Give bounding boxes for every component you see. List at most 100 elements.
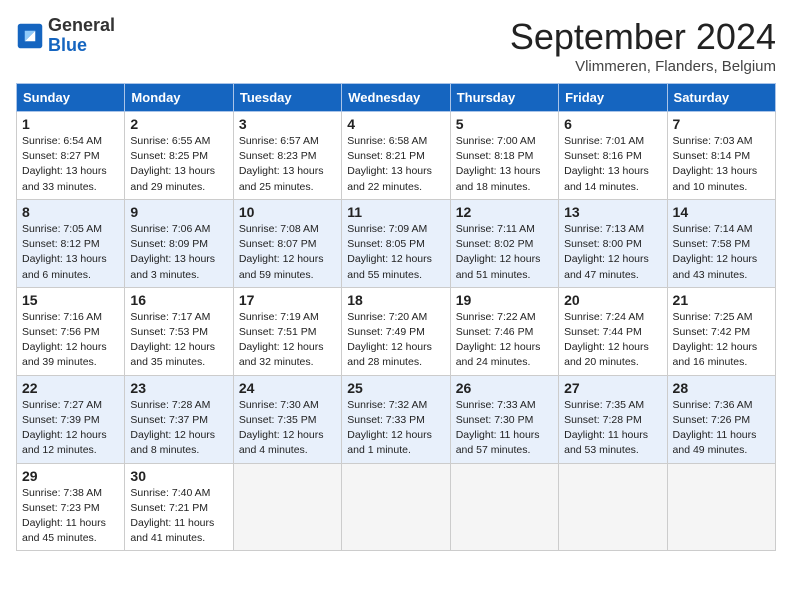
calendar-day-cell: 30 Sunrise: 7:40 AM Sunset: 7:21 PM Dayli… [125, 463, 233, 551]
weekday-header-tuesday: Tuesday [233, 84, 341, 112]
day-number: 5 [456, 116, 553, 132]
calendar-day-cell: 18 Sunrise: 7:20 AM Sunset: 7:49 PM Dayli… [342, 287, 450, 375]
calendar-day-cell: 25 Sunrise: 7:32 AM Sunset: 7:33 PM Dayli… [342, 375, 450, 463]
logo-blue-text: Blue [48, 36, 115, 56]
calendar-week-row: 29 Sunrise: 7:38 AM Sunset: 7:23 PM Dayli… [17, 463, 776, 551]
day-info: Sunrise: 6:54 AM Sunset: 8:27 PM Dayligh… [22, 134, 119, 195]
calendar-day-cell: 1 Sunrise: 6:54 AM Sunset: 8:27 PM Daylig… [17, 112, 125, 200]
day-number: 19 [456, 292, 553, 308]
calendar-week-row: 1 Sunrise: 6:54 AM Sunset: 8:27 PM Daylig… [17, 112, 776, 200]
day-info: Sunrise: 7:25 AM Sunset: 7:42 PM Dayligh… [673, 310, 770, 371]
weekday-header-saturday: Saturday [667, 84, 775, 112]
calendar-day-cell: 20Sunrise: 7:24 AM Sunset: 7:44 PM Dayli… [559, 287, 667, 375]
day-number: 8 [22, 204, 119, 220]
page-header: General Blue September 2024 Vlimmeren, F… [16, 16, 776, 75]
day-info: Sunrise: 6:58 AM Sunset: 8:21 PM Dayligh… [347, 134, 444, 195]
day-info: Sunrise: 7:32 AM Sunset: 7:33 PM Dayligh… [347, 398, 444, 459]
calendar-week-row: 15Sunrise: 7:16 AM Sunset: 7:56 PM Dayli… [17, 287, 776, 375]
day-info: Sunrise: 7:20 AM Sunset: 7:49 PM Dayligh… [347, 310, 444, 371]
calendar-day-cell: 26 Sunrise: 7:33 AM Sunset: 7:30 PM Dayli… [450, 375, 558, 463]
day-info: Sunrise: 7:00 AM Sunset: 8:18 PM Dayligh… [456, 134, 553, 195]
calendar-day-cell [667, 463, 775, 551]
calendar-day-cell: 7 Sunrise: 7:03 AM Sunset: 8:14 PM Daylig… [667, 112, 775, 200]
calendar-day-cell [342, 463, 450, 551]
day-number: 6 [564, 116, 661, 132]
logo-general-text: General [48, 16, 115, 36]
day-info: Sunrise: 7:33 AM Sunset: 7:30 PM Dayligh… [456, 398, 553, 459]
day-number: 18 [347, 292, 444, 308]
day-info: Sunrise: 7:05 AM Sunset: 8:12 PM Dayligh… [22, 222, 119, 283]
day-number: 7 [673, 116, 770, 132]
calendar-day-cell: 12 Sunrise: 7:11 AM Sunset: 8:02 PM Dayli… [450, 199, 558, 287]
day-number: 14 [673, 204, 770, 220]
weekday-header-sunday: Sunday [17, 84, 125, 112]
calendar-day-cell: 16 Sunrise: 7:17 AM Sunset: 7:53 PM Dayli… [125, 287, 233, 375]
day-number: 17 [239, 292, 336, 308]
calendar-day-cell: 2Sunrise: 6:55 AM Sunset: 8:25 PM Daylig… [125, 112, 233, 200]
calendar-day-cell: 28 Sunrise: 7:36 AM Sunset: 7:26 PM Dayli… [667, 375, 775, 463]
logo: General Blue [16, 16, 115, 56]
calendar-day-cell: 6 Sunrise: 7:01 AM Sunset: 8:16 PM Daylig… [559, 112, 667, 200]
day-info: Sunrise: 7:17 AM Sunset: 7:53 PM Dayligh… [130, 310, 227, 371]
calendar-day-cell [233, 463, 341, 551]
calendar-day-cell: 15Sunrise: 7:16 AM Sunset: 7:56 PM Dayli… [17, 287, 125, 375]
day-info: Sunrise: 7:35 AM Sunset: 7:28 PM Dayligh… [564, 398, 661, 459]
day-info: Sunrise: 7:08 AM Sunset: 8:07 PM Dayligh… [239, 222, 336, 283]
day-info: Sunrise: 7:13 AM Sunset: 8:00 PM Dayligh… [564, 222, 661, 283]
day-info: Sunrise: 7:38 AM Sunset: 7:23 PM Dayligh… [22, 486, 119, 547]
calendar-table: SundayMondayTuesdayWednesdayThursdayFrid… [16, 83, 776, 551]
weekday-header-row: SundayMondayTuesdayWednesdayThursdayFrid… [17, 84, 776, 112]
calendar-day-cell: 29 Sunrise: 7:38 AM Sunset: 7:23 PM Dayli… [17, 463, 125, 551]
day-number: 12 [456, 204, 553, 220]
day-info: Sunrise: 7:19 AM Sunset: 7:51 PM Dayligh… [239, 310, 336, 371]
day-number: 16 [130, 292, 227, 308]
calendar-day-cell: 17 Sunrise: 7:19 AM Sunset: 7:51 PM Dayli… [233, 287, 341, 375]
calendar-day-cell: 23Sunrise: 7:28 AM Sunset: 7:37 PM Dayli… [125, 375, 233, 463]
calendar-day-cell: 27 Sunrise: 7:35 AM Sunset: 7:28 PM Dayli… [559, 375, 667, 463]
calendar-day-cell: 4Sunrise: 6:58 AM Sunset: 8:21 PM Daylig… [342, 112, 450, 200]
calendar-day-cell [559, 463, 667, 551]
calendar-day-cell: 24 Sunrise: 7:30 AM Sunset: 7:35 PM Dayli… [233, 375, 341, 463]
day-info: Sunrise: 7:11 AM Sunset: 8:02 PM Dayligh… [456, 222, 553, 283]
day-info: Sunrise: 6:57 AM Sunset: 8:23 PM Dayligh… [239, 134, 336, 195]
day-number: 28 [673, 380, 770, 396]
day-info: Sunrise: 6:55 AM Sunset: 8:25 PM Dayligh… [130, 134, 227, 195]
day-info: Sunrise: 7:40 AM Sunset: 7:21 PM Dayligh… [130, 486, 227, 547]
calendar-day-cell: 11 Sunrise: 7:09 AM Sunset: 8:05 PM Dayli… [342, 199, 450, 287]
calendar-day-cell: 10 Sunrise: 7:08 AM Sunset: 8:07 PM Dayli… [233, 199, 341, 287]
day-number: 13 [564, 204, 661, 220]
day-number: 29 [22, 468, 119, 484]
day-number: 22 [22, 380, 119, 396]
day-number: 20 [564, 292, 661, 308]
day-info: Sunrise: 7:09 AM Sunset: 8:05 PM Dayligh… [347, 222, 444, 283]
weekday-header-wednesday: Wednesday [342, 84, 450, 112]
day-info: Sunrise: 7:01 AM Sunset: 8:16 PM Dayligh… [564, 134, 661, 195]
day-info: Sunrise: 7:03 AM Sunset: 8:14 PM Dayligh… [673, 134, 770, 195]
day-number: 9 [130, 204, 227, 220]
day-info: Sunrise: 7:22 AM Sunset: 7:46 PM Dayligh… [456, 310, 553, 371]
day-number: 25 [347, 380, 444, 396]
calendar-day-cell: 3Sunrise: 6:57 AM Sunset: 8:23 PM Daylig… [233, 112, 341, 200]
day-number: 11 [347, 204, 444, 220]
calendar-day-cell: 13 Sunrise: 7:13 AM Sunset: 8:00 PM Dayli… [559, 199, 667, 287]
day-info: Sunrise: 7:30 AM Sunset: 7:35 PM Dayligh… [239, 398, 336, 459]
day-info: Sunrise: 7:36 AM Sunset: 7:26 PM Dayligh… [673, 398, 770, 459]
day-info: Sunrise: 7:14 AM Sunset: 7:58 PM Dayligh… [673, 222, 770, 283]
day-info: Sunrise: 7:27 AM Sunset: 7:39 PM Dayligh… [22, 398, 119, 459]
location-text: Vlimmeren, Flanders, Belgium [510, 58, 776, 75]
title-block: September 2024 Vlimmeren, Flanders, Belg… [510, 16, 776, 75]
weekday-header-friday: Friday [559, 84, 667, 112]
calendar-day-cell: 9Sunrise: 7:06 AM Sunset: 8:09 PM Daylig… [125, 199, 233, 287]
weekday-header-thursday: Thursday [450, 84, 558, 112]
calendar-day-cell [450, 463, 558, 551]
calendar-day-cell: 8 Sunrise: 7:05 AM Sunset: 8:12 PM Daylig… [17, 199, 125, 287]
day-number: 27 [564, 380, 661, 396]
day-number: 30 [130, 468, 227, 484]
day-number: 1 [22, 116, 119, 132]
month-title: September 2024 [510, 16, 776, 58]
day-number: 21 [673, 292, 770, 308]
day-number: 26 [456, 380, 553, 396]
day-number: 10 [239, 204, 336, 220]
day-number: 24 [239, 380, 336, 396]
day-info: Sunrise: 7:16 AM Sunset: 7:56 PM Dayligh… [22, 310, 119, 371]
